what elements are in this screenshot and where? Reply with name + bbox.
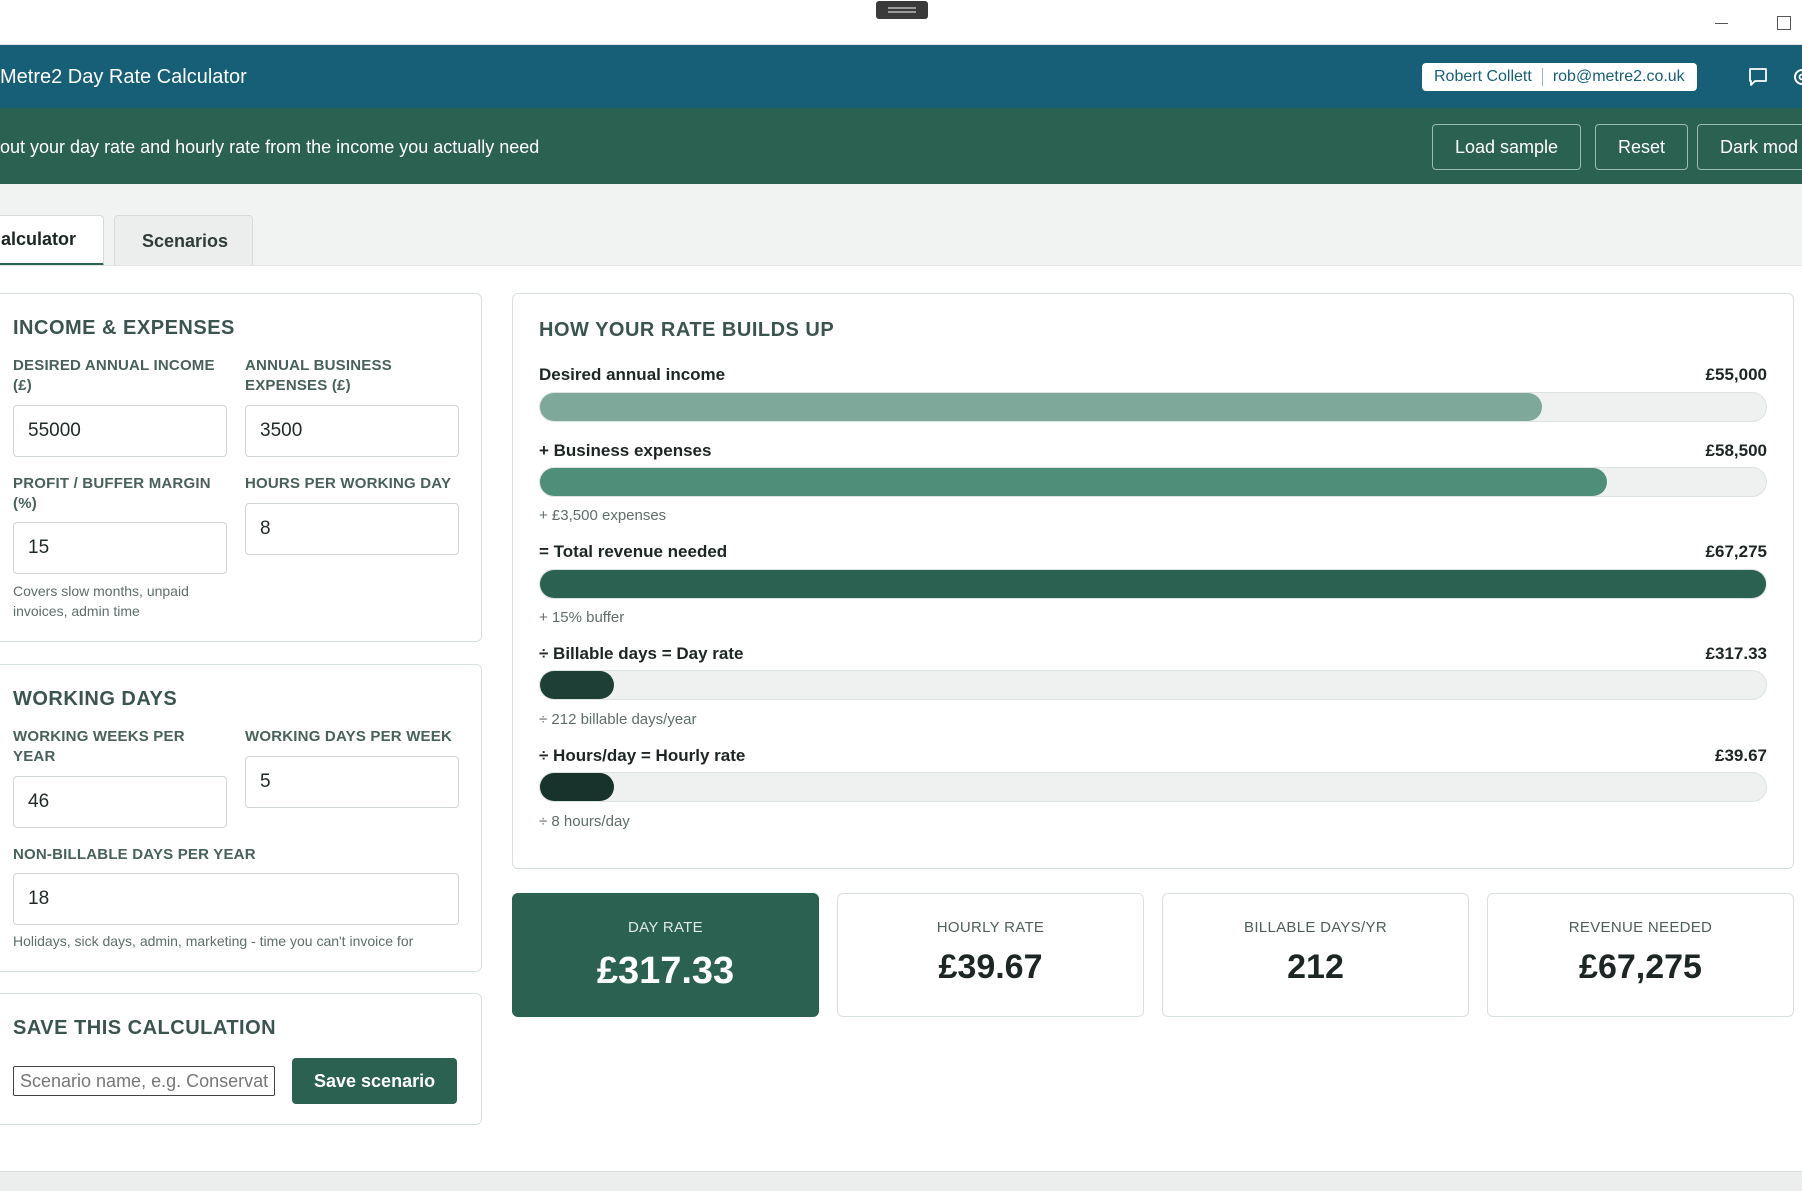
card-title: WORKING DAYS <box>13 688 178 710</box>
buildup-row-value: £39.67 <box>1715 746 1767 765</box>
billable-days-stat: BILLABLE DAYS/YR 212 <box>1162 893 1469 1017</box>
stat-value: £67,275 <box>1579 948 1702 986</box>
tab-scenarios[interactable]: Scenarios <box>114 215 253 266</box>
user-email: rob@metre2.co.uk <box>1552 68 1685 85</box>
banner-tagline: out your day rate and hourly rate from t… <box>0 137 540 157</box>
stat-label: HOURLY RATE <box>936 919 1045 936</box>
app-title: Metre2 Day Rate Calculator <box>0 66 247 88</box>
buildup-bar-fill <box>540 773 614 801</box>
working-days-card: WORKING DAYS WORKING WEEKS PER YEAR WORK… <box>0 664 482 972</box>
divider <box>1541 68 1543 86</box>
buildup-bar-track <box>539 670 1767 700</box>
desired-income-label: DESIRED ANNUAL INCOME (£) <box>13 357 215 394</box>
nonbillable-input[interactable] <box>13 873 459 925</box>
gear-icon[interactable] <box>1790 65 1802 89</box>
card-title: SAVE THIS CALCULATION <box>13 1017 277 1039</box>
window-bottom-edge <box>0 1171 1802 1191</box>
buildup-row-note: ÷ 212 billable days/year <box>539 711 697 728</box>
stat-label: BILLABLE DAYS/YR <box>1244 919 1387 936</box>
minimize-icon[interactable] <box>1708 12 1734 34</box>
card-title: INCOME & EXPENSES <box>13 317 235 339</box>
expenses-input[interactable] <box>245 405 459 457</box>
buildup-bar-fill <box>540 393 1542 421</box>
buildup-row-value: £55,000 <box>1705 365 1767 384</box>
save-calculation-card: SAVE THIS CALCULATION Save scenario <box>0 993 482 1125</box>
drag-handle-icon[interactable] <box>876 1 928 19</box>
user-name: Robert Collett <box>1434 68 1532 85</box>
buildup-row-note: + 15% buffer <box>539 609 625 626</box>
rate-buildup-card: HOW YOUR RATE BUILDS UP Desired annual i… <box>512 293 1794 869</box>
revenue-needed-stat: REVENUE NEEDED £67,275 <box>1487 893 1794 1017</box>
maximize-icon[interactable] <box>1770 12 1796 34</box>
stat-label: DAY RATE <box>628 919 703 936</box>
buildup-bar-track <box>539 569 1767 599</box>
buildup-row-label: Desired annual income <box>539 365 726 384</box>
load-sample-button[interactable]: Load sample <box>1432 124 1582 170</box>
weeks-label: WORKING WEEKS PER YEAR <box>13 728 185 765</box>
tab-bar: alculator Scenarios <box>0 184 1802 266</box>
hours-input[interactable] <box>245 503 459 555</box>
buildup-bar-fill <box>540 570 1766 598</box>
buildup-bar-track <box>539 392 1767 422</box>
user-badge[interactable]: Robert Collett rob@metre2.co.uk <box>1422 63 1697 91</box>
nonbillable-help: Holidays, sick days, admin, marketing - … <box>13 933 414 949</box>
expenses-label: ANNUAL BUSINESS EXPENSES (£) <box>245 357 392 394</box>
app-header: Metre2 Day Rate Calculator Robert Collet… <box>0 45 1802 108</box>
reset-button[interactable]: Reset <box>1595 124 1689 170</box>
chat-icon[interactable] <box>1746 65 1770 89</box>
buildup-row-note: ÷ 8 hours/day <box>539 813 630 830</box>
stat-value: £317.33 <box>596 950 735 992</box>
window-titlebar <box>0 0 1802 45</box>
buildup-row-label: ÷ Billable days = Day rate <box>539 644 744 663</box>
buildup-bar-fill <box>540 468 1607 496</box>
buildup-row-value: £67,275 <box>1705 542 1767 561</box>
buildup-row-label: = Total revenue needed <box>539 542 728 561</box>
buildup-row-label: ÷ Hours/day = Hourly rate <box>539 746 746 765</box>
card-title: HOW YOUR RATE BUILDS UP <box>539 319 835 341</box>
stat-value: £39.67 <box>938 948 1043 986</box>
buildup-bar-track <box>539 772 1767 802</box>
save-scenario-button[interactable]: Save scenario <box>292 1058 458 1104</box>
buildup-bar-fill <box>540 671 614 699</box>
desired-income-input[interactable] <box>13 405 227 457</box>
sub-banner: out your day rate and hourly rate from t… <box>0 108 1802 184</box>
buildup-row-label: + Business expenses <box>539 441 712 460</box>
weeks-input[interactable] <box>13 776 227 828</box>
margin-label: PROFIT / BUFFER MARGIN (%) <box>13 475 211 512</box>
hours-label: HOURS PER WORKING DAY <box>245 475 452 492</box>
buildup-row-value: £58,500 <box>1705 441 1767 460</box>
buildup-row-note: + £3,500 expenses <box>539 507 667 524</box>
stat-value: 212 <box>1287 948 1344 986</box>
nonbillable-label: NON-BILLABLE DAYS PER YEAR <box>13 846 256 863</box>
buildup-row-value: £317.33 <box>1705 644 1767 663</box>
day-rate-stat: DAY RATE £317.33 <box>512 893 819 1017</box>
tab-calculator[interactable]: alculator <box>0 215 104 266</box>
days-per-week-label: WORKING DAYS PER WEEK <box>245 728 453 745</box>
days-per-week-input[interactable] <box>245 756 459 808</box>
margin-input[interactable] <box>13 522 227 574</box>
income-expenses-card: INCOME & EXPENSES DESIRED ANNUAL INCOME … <box>0 293 482 642</box>
dark-mode-button[interactable]: Dark mod <box>1697 124 1802 170</box>
buildup-bar-track <box>539 467 1767 497</box>
margin-help: Covers slow months, unpaid invoices, adm… <box>13 583 189 619</box>
hourly-rate-stat: HOURLY RATE £39.67 <box>837 893 1144 1017</box>
stat-label: REVENUE NEEDED <box>1568 919 1713 936</box>
scenario-name-input[interactable] <box>13 1066 275 1096</box>
